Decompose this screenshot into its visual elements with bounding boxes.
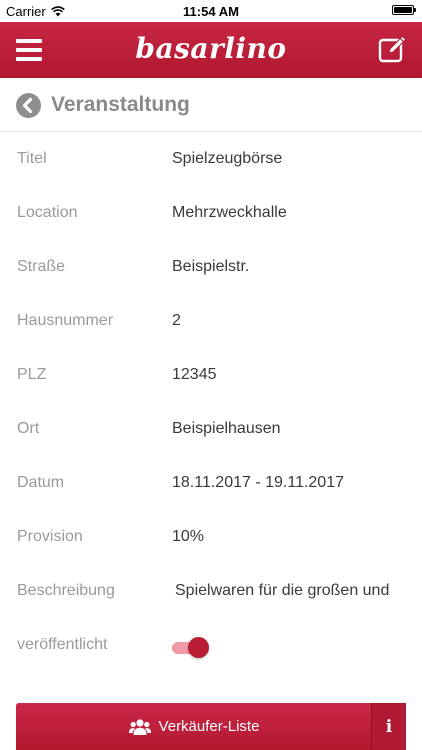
edit-button[interactable]	[378, 34, 408, 64]
battery-fill	[394, 7, 412, 13]
section-header: Veranstaltung	[0, 78, 422, 132]
row-label: Straße	[17, 258, 66, 275]
chevron-left-icon	[22, 97, 33, 114]
detail-row-location: Location Mehrzweckhalle	[0, 186, 422, 240]
detail-row-ort: Ort Beispielhausen	[0, 402, 422, 456]
published-toggle[interactable]	[172, 636, 210, 658]
detail-row-published: veröffentlicht	[0, 618, 422, 672]
row-value: 18.11.2017 - 19.11.2017	[172, 474, 344, 491]
row-label: Beschreibung	[17, 582, 115, 599]
page-title: Veranstaltung	[51, 93, 190, 116]
back-button[interactable]	[16, 93, 41, 118]
row-value: Spielwaren für die großen und	[175, 582, 390, 599]
users-icon	[128, 718, 151, 735]
seller-list-button[interactable]: Verkäufer-Liste i	[16, 703, 406, 750]
row-label: Hausnummer	[17, 312, 114, 329]
status-time: 11:54 AM	[183, 4, 239, 19]
row-value: Mehrzweckhalle	[172, 204, 287, 221]
row-value: Beispielstr.	[172, 258, 250, 275]
detail-row-beschreibung: Beschreibung Spielwaren für die großen u…	[0, 564, 422, 618]
row-value: 10%	[172, 528, 205, 545]
row-value: 12345	[172, 366, 217, 383]
detail-row-provision: Provision 10%	[0, 510, 422, 564]
app-header: basarlino	[0, 22, 422, 78]
info-button[interactable]: i	[371, 703, 406, 750]
row-label: Datum	[17, 474, 65, 491]
seller-list-label: Verkäufer-Liste	[158, 718, 260, 735]
row-label: Ort	[17, 420, 40, 437]
row-value: 2	[172, 312, 181, 329]
detail-list: Titel Spielzeugbörse Location Mehrzweckh…	[0, 132, 422, 672]
row-label: Titel	[17, 150, 47, 167]
row-value: Spielzeugbörse	[172, 150, 283, 167]
detail-row-strasse: Straße Beispielstr.	[0, 240, 422, 294]
detail-row-plz: PLZ 12345	[0, 348, 422, 402]
row-value: Beispielhausen	[172, 420, 281, 437]
row-label: PLZ	[17, 366, 47, 383]
toggle-knob	[188, 637, 209, 658]
battery-icon	[392, 5, 416, 15]
detail-row-titel: Titel Spielzeugbörse	[0, 132, 422, 186]
published-label: veröffentlicht	[17, 636, 108, 653]
status-bar: Carrier 11:54 AM	[0, 0, 422, 22]
seller-list-button-content: Verkäufer-Liste	[16, 703, 372, 750]
detail-row-datum: Datum 18.11.2017 - 19.11.2017	[0, 456, 422, 510]
row-label: Provision	[17, 528, 83, 545]
row-label: Location	[17, 204, 78, 221]
app-logo: basarlino	[135, 32, 287, 65]
edit-icon	[378, 35, 407, 63]
detail-row-hausnummer: Hausnummer 2	[0, 294, 422, 348]
